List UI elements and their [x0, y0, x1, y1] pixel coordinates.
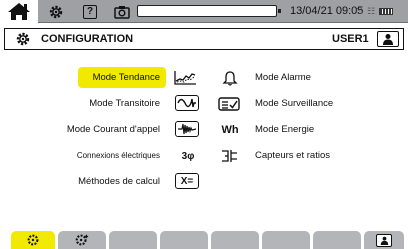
user-tab[interactable]: [364, 231, 404, 249]
camera-icon: [114, 5, 130, 19]
menu-item-label: Capteurs et ratios: [255, 150, 330, 161]
trend-icon: [172, 69, 198, 87]
user-icon: [383, 34, 393, 45]
gear-icon: [49, 5, 63, 18]
empty-tab-7[interactable]: [313, 231, 361, 249]
home-button[interactable]: [0, 0, 38, 23]
usb-icon: ⎋: [356, 6, 364, 16]
three-phase-icon: 3φ: [181, 150, 195, 162]
battery-icon: [379, 8, 394, 15]
menu-item-label: Mode Tendance: [92, 72, 160, 83]
datetime: 13/04/21 09:05: [290, 5, 364, 17]
screen-header: CONFIGURATION USER1: [4, 28, 404, 50]
calculation-icon: X=: [175, 173, 199, 189]
help-icon: ?: [83, 4, 97, 19]
monitoring-icon: [217, 95, 243, 113]
empty-tab-5[interactable]: [211, 231, 259, 249]
gear-icon: [16, 32, 30, 46]
menu-item-label: Mode Alarme: [255, 72, 311, 83]
menu-item-label: Mode Transitoire: [89, 98, 160, 109]
config-tab[interactable]: [11, 231, 55, 249]
user-button[interactable]: [377, 31, 399, 47]
empty-tab-3[interactable]: [109, 231, 157, 249]
network-icon: ☷: [367, 6, 376, 16]
advanced-config-tab[interactable]: [58, 231, 106, 249]
status-icons: ⎋ ☷: [356, 0, 394, 23]
bell-icon: [217, 69, 243, 87]
sensor-icon: [217, 147, 243, 165]
user-label: USER1: [332, 33, 369, 45]
transient-icon: [175, 95, 199, 111]
menu-item-label: Mode Surveillance: [255, 98, 334, 109]
settings-button[interactable]: [45, 0, 67, 23]
help-button[interactable]: ?: [80, 0, 100, 23]
empty-tab-6[interactable]: [262, 231, 310, 249]
battery-gauge: [137, 5, 281, 17]
menu-item-label: Connexions électriques: [76, 151, 160, 160]
home-icon: [8, 3, 30, 20]
page-title: CONFIGURATION: [41, 33, 134, 45]
gear-plus-icon: [75, 234, 89, 246]
user-icon: [376, 233, 392, 247]
energy-icon: Wh: [221, 124, 239, 136]
menu-item-label: Mode Courant d'appel: [66, 124, 160, 135]
menu-item-label: Méthodes de calcul: [78, 176, 160, 187]
snapshot-button[interactable]: [112, 0, 132, 23]
empty-tab-4[interactable]: [160, 231, 208, 249]
inrush-icon: [175, 121, 199, 137]
gear-icon: [27, 234, 39, 246]
menu-item-label: Mode Energie: [255, 124, 315, 135]
